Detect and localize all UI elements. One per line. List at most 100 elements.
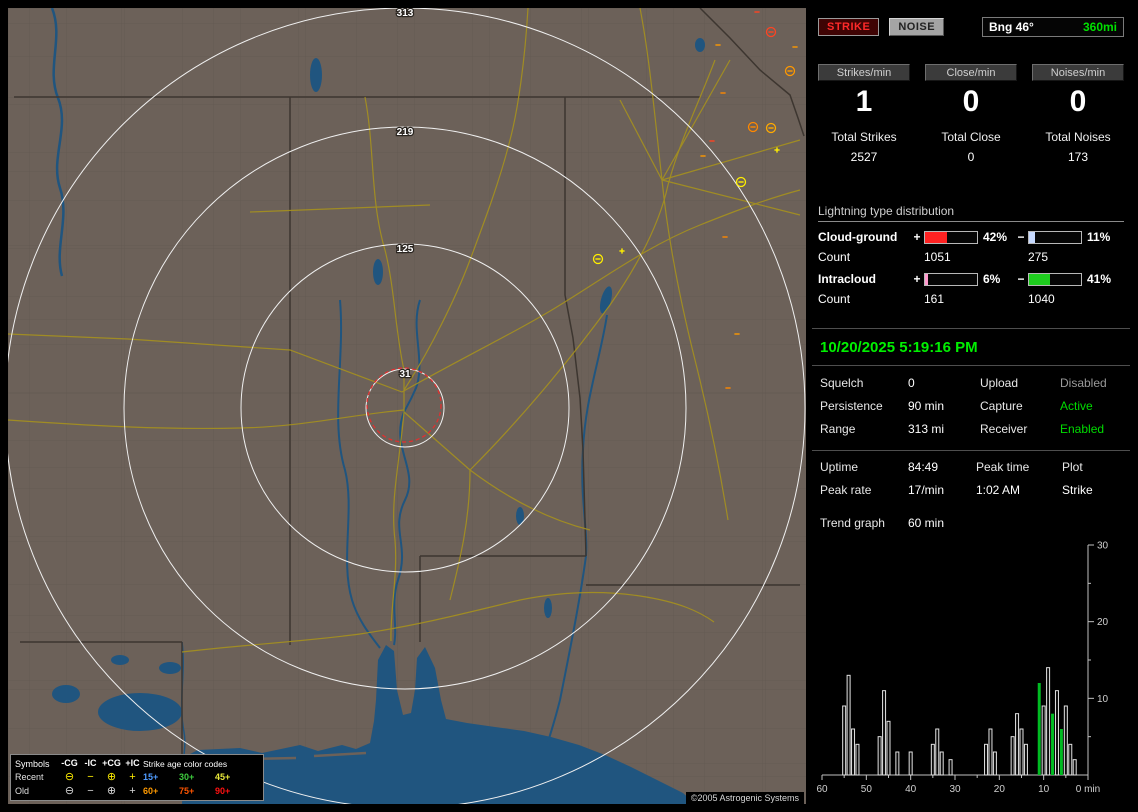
trend-graph-header: Trend graph 60 min xyxy=(820,516,944,530)
trend-bar xyxy=(1038,683,1041,775)
counters-row: Strikes/min 1 Total Strikes 2527 Close/m… xyxy=(818,64,1124,164)
trend-window-value: 60 min xyxy=(908,516,944,530)
trend-bar xyxy=(940,752,943,775)
trend-bar xyxy=(909,752,912,775)
cg-neg-old-icon: ⊖ xyxy=(59,786,80,797)
trend-bar xyxy=(852,729,855,775)
ring-label-125: 125 xyxy=(397,244,414,255)
ic-minus-bar xyxy=(1028,273,1082,286)
trend-bar xyxy=(896,752,899,775)
age-code-90: 90+ xyxy=(215,786,259,796)
trend-x-tick-50: 50 xyxy=(861,784,873,795)
total-close-label: Total Close xyxy=(925,130,1017,144)
ic-plus-bar xyxy=(924,273,978,286)
total-noises-label: Total Noises xyxy=(1032,130,1124,144)
legend-col-ic-pos: +IC xyxy=(122,758,143,769)
cg-plus-count: 1051 xyxy=(924,250,978,264)
cg-minus-count: 275 xyxy=(1028,250,1082,264)
plot-value: Strike xyxy=(1062,483,1126,497)
total-strikes-value: 2527 xyxy=(818,150,910,164)
cg-plus-pct: 42% xyxy=(978,230,1014,244)
strikes-counter: Strikes/min 1 Total Strikes 2527 xyxy=(818,64,910,164)
peak-rate-label: Peak rate xyxy=(820,483,908,497)
cg-pos-recent-icon: ⊕ xyxy=(101,772,122,783)
strike-indicator-button[interactable]: STRIKE xyxy=(818,18,879,36)
age-code-75: 75+ xyxy=(179,786,215,796)
peak-time-value: 1:02 AM xyxy=(976,483,1062,497)
trend-bar xyxy=(1047,668,1050,775)
age-code-45: 45+ xyxy=(215,772,259,782)
ic-neg-recent-icon: − xyxy=(80,772,101,783)
trend-bar xyxy=(1060,729,1063,775)
cg-neg-recent-icon: ⊖ xyxy=(59,772,80,783)
strikes-per-min-value: 1 xyxy=(818,86,910,118)
trend-bar xyxy=(878,737,881,775)
map-canvas[interactable]: 313 219 125 31 xyxy=(8,8,806,804)
cloud-ground-row: Cloud-ground + 42% − 11% xyxy=(818,230,1124,244)
distribution-title: Lightning type distribution xyxy=(818,204,1124,222)
trend-graph-label: Trend graph xyxy=(820,516,908,530)
ring-label-313: 313 xyxy=(397,8,414,19)
capture-label: Capture xyxy=(980,399,1060,413)
trend-bar xyxy=(1051,714,1054,775)
cloud-ground-count-row: Count 1051 275 xyxy=(818,250,1124,264)
legend-row-recent: Recent ⊖ − ⊕ + 15+ 30+ 45+ xyxy=(15,770,259,784)
trend-bar xyxy=(1011,737,1014,775)
close-counter: Close/min 0 Total Close 0 xyxy=(925,64,1017,164)
divider xyxy=(812,450,1130,451)
map-panel[interactable]: 313 219 125 31 Symbols -CG -IC +CG +IC S… xyxy=(8,8,806,804)
bearing-display: Bng 46° 360mi xyxy=(982,17,1124,37)
ic-pos-old-icon: + xyxy=(122,786,143,797)
trend-x-tick-30: 30 xyxy=(949,784,961,795)
capture-status: Active xyxy=(1060,399,1126,413)
trend-bar xyxy=(989,729,992,775)
indicator-row: STRIKE NOISE Bng 46° 360mi xyxy=(818,17,1124,37)
trend-bar xyxy=(847,675,850,775)
bearing-value: Bng 46° xyxy=(989,20,1034,34)
close-per-min-button[interactable]: Close/min xyxy=(925,64,1017,81)
plot-label: Plot xyxy=(1062,460,1126,474)
noise-indicator-button[interactable]: NOISE xyxy=(889,18,944,36)
peak-rate-value: 17/min xyxy=(908,483,976,497)
divider xyxy=(812,328,1130,329)
trend-bar xyxy=(856,744,859,775)
trend-y-tick-10: 10 xyxy=(1097,694,1109,705)
legend-col-cg-neg: -CG xyxy=(59,758,80,769)
map-legend: Symbols -CG -IC +CG +IC Strike age color… xyxy=(10,754,264,801)
trend-x-tick-0: 0 min xyxy=(1076,784,1100,795)
trend-y-tick-30: 30 xyxy=(1097,541,1109,552)
range-label: Range xyxy=(820,422,908,436)
age-code-60: 60+ xyxy=(143,786,179,796)
persistence-value: 90 min xyxy=(908,399,980,413)
trend-bar xyxy=(931,744,934,775)
noises-per-min-value: 0 xyxy=(1032,86,1124,118)
age-code-30: 30+ xyxy=(179,772,215,782)
receiver-label: Receiver xyxy=(980,422,1060,436)
trend-bar xyxy=(1024,744,1027,775)
trend-x-tick-60: 60 xyxy=(816,784,828,795)
trend-bar xyxy=(1073,760,1076,775)
legend-col-cg-pos: +CG xyxy=(101,758,122,769)
trend-bar xyxy=(843,706,846,775)
intracloud-count-row: Count 161 1040 xyxy=(818,292,1124,306)
trend-x-tick-20: 20 xyxy=(994,784,1006,795)
control-panel: STRIKE NOISE Bng 46° 360mi Strikes/min 1… xyxy=(812,8,1130,804)
noises-per-min-button[interactable]: Noises/min xyxy=(1032,64,1124,81)
trend-bar xyxy=(883,691,886,775)
range-value: 313 mi xyxy=(908,422,980,436)
legend-label-old: Old xyxy=(15,786,59,796)
cg-minus-pct: 11% xyxy=(1082,230,1124,244)
trend-bar xyxy=(949,760,952,775)
receiver-status: Enabled xyxy=(1060,422,1126,436)
age-code-15: 15+ xyxy=(143,772,179,782)
strikes-per-min-button[interactable]: Strikes/min xyxy=(818,64,910,81)
divider xyxy=(812,365,1130,366)
trend-x-tick-10: 10 xyxy=(1038,784,1050,795)
cg-plus-bar xyxy=(924,231,978,244)
trend-x-tick-40: 40 xyxy=(905,784,917,795)
ring-label-219: 219 xyxy=(397,127,414,138)
uptime-label: Uptime xyxy=(820,460,908,474)
plus-sign: + xyxy=(910,230,924,244)
cg-minus-bar xyxy=(1028,231,1082,244)
trend-bar xyxy=(1055,691,1058,775)
